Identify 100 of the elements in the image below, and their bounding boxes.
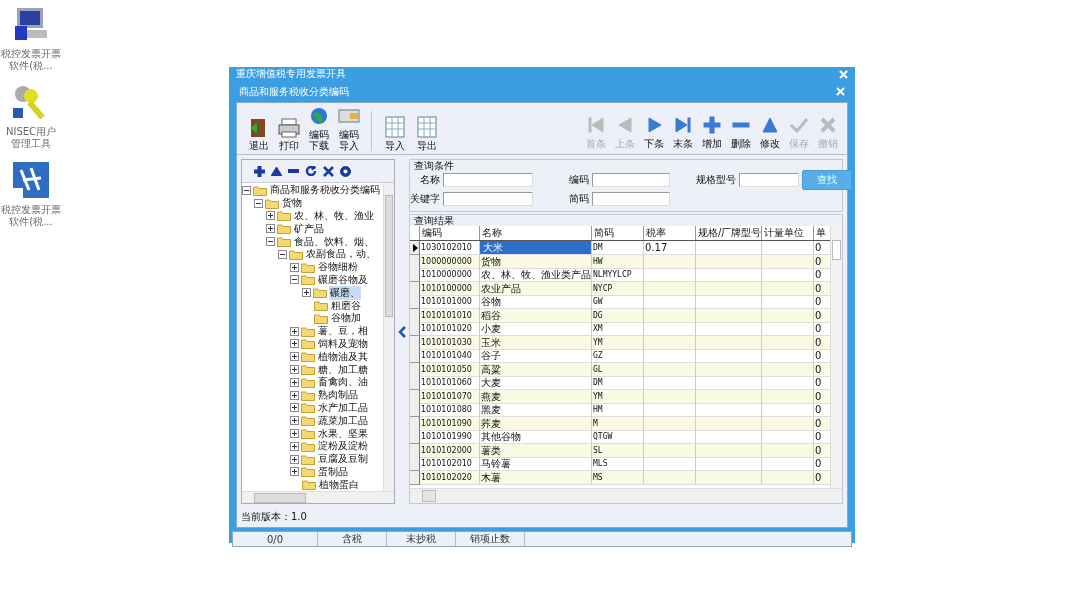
column-header[interactable]: 税率 <box>644 226 696 240</box>
expand-toggle[interactable] <box>290 416 299 426</box>
scrollbar[interactable] <box>830 226 842 489</box>
tree-item[interactable]: 薯、豆，相 <box>317 324 369 339</box>
expand-toggle[interactable] <box>266 237 275 247</box>
table-cell: SL <box>592 443 644 458</box>
expand-toggle[interactable] <box>266 224 275 234</box>
expand-toggle[interactable] <box>290 441 299 451</box>
table-cell: 1010102000 <box>420 443 480 458</box>
scrollbar[interactable] <box>383 183 394 492</box>
column-header[interactable]: 名称 <box>480 226 592 240</box>
tree-item[interactable]: 碾磨、 <box>329 285 361 300</box>
table-cell: 货物 <box>480 254 592 269</box>
folder-icon <box>277 236 291 248</box>
expand-toggle[interactable] <box>290 390 299 400</box>
add-icon[interactable] <box>254 165 265 177</box>
triangle-up-icon[interactable] <box>271 166 282 176</box>
tree-item[interactable]: 货物 <box>281 196 303 211</box>
desktop-icon-label[interactable]: 税控发票开票软件(税... <box>1 48 61 72</box>
tree-item[interactable]: 粗磨谷 <box>330 298 362 313</box>
table-cell: 薯类 <box>480 443 592 458</box>
tree-item[interactable]: 蛋制品 <box>317 464 349 479</box>
input-field[interactable] <box>443 192 533 206</box>
expand-toggle[interactable] <box>290 339 299 349</box>
expand-toggle[interactable] <box>290 365 299 375</box>
tree-item[interactable]: 农、林、牧、渔业 <box>293 209 375 223</box>
table-cell: M <box>592 416 644 431</box>
refresh-icon[interactable] <box>305 166 317 176</box>
close-icon[interactable] <box>839 69 848 79</box>
tree-item[interactable]: 水产加工品 <box>317 400 369 415</box>
expand-toggle[interactable] <box>266 211 275 221</box>
column-header[interactable]: 计量单位 <box>762 226 814 240</box>
expand-toggle[interactable] <box>290 377 299 387</box>
toolbar-button[interactable]: 编码导入 <box>335 106 363 151</box>
group-title: 查询结果 <box>413 215 455 226</box>
scrollbar[interactable] <box>410 488 842 504</box>
tree-item[interactable]: 谷物细粉 <box>317 260 359 275</box>
toolbar-button[interactable]: 末条 <box>669 115 696 151</box>
folder-icon <box>253 184 267 196</box>
tree-item[interactable]: 蔬菜加工品 <box>317 413 369 428</box>
desktop-icon-label[interactable]: NISEC用户管理工具 <box>1 126 61 150</box>
tree-item[interactable]: 商品和服务税收分类编码 <box>269 183 381 198</box>
folder-icon <box>301 274 315 286</box>
field-label: 关键字 <box>410 192 440 206</box>
input-field[interactable] <box>739 173 799 187</box>
grid-icon <box>383 115 407 139</box>
tree-item[interactable]: 淀粉及淀粉 <box>317 439 369 454</box>
toolbar-button[interactable]: 编码下载 <box>305 106 333 151</box>
toolbar-button[interactable]: 打印 <box>275 117 303 151</box>
expand-toggle[interactable] <box>290 467 299 477</box>
tree-item[interactable]: 食品、饮料、烟、 <box>293 234 375 249</box>
tree-item[interactable]: 谷物加 <box>330 311 362 326</box>
tree-item[interactable]: 植物油及其 <box>317 349 369 364</box>
expand-toggle[interactable] <box>254 198 263 208</box>
expand-toggle[interactable] <box>278 249 287 259</box>
tree-item[interactable]: 水果、坚果 <box>317 426 369 441</box>
tree-item[interactable]: 植物蛋白 <box>318 477 360 492</box>
tree-item[interactable]: 豆腐及豆制 <box>317 452 369 467</box>
close-icon[interactable] <box>836 87 845 96</box>
toolbar-button[interactable]: 退出 <box>245 117 273 151</box>
expand-toggle[interactable] <box>242 185 251 195</box>
tree-item[interactable]: 碾磨谷物及 <box>317 273 369 287</box>
table-cell: 1010101070 <box>420 389 480 404</box>
table-cell: MS <box>592 470 644 485</box>
expand-icon[interactable] <box>323 165 334 177</box>
window-title: 重庆增值税专用发票开具 <box>236 67 346 81</box>
expand-toggle[interactable] <box>290 275 299 285</box>
scrollbar[interactable] <box>242 491 394 504</box>
expand-toggle[interactable] <box>290 454 299 464</box>
column-header[interactable]: 编码 <box>420 226 480 240</box>
tree-item[interactable]: 糖、加工糖 <box>317 362 369 377</box>
expand-toggle[interactable] <box>290 429 299 439</box>
desktop-icon-label[interactable]: 税控发票开票软件(税... <box>1 204 61 228</box>
tree-item[interactable]: 饲料及宠物 <box>317 336 369 351</box>
tree-item[interactable]: 熟肉制品 <box>317 388 359 403</box>
tree-item[interactable]: 畜禽肉、油 <box>317 375 369 390</box>
toolbar-button[interactable]: 增加 <box>698 115 725 151</box>
expand-toggle[interactable] <box>290 403 299 413</box>
expand-toggle[interactable] <box>290 262 299 272</box>
toolbar-button[interactable]: 删除 <box>727 115 754 151</box>
row-header[interactable] <box>410 241 420 255</box>
column-header[interactable]: 规格/厂牌型号 <box>696 226 762 240</box>
input-field[interactable] <box>443 173 533 187</box>
tree-item[interactable]: 农副食品，动、 <box>305 247 377 262</box>
circle-icon[interactable] <box>340 165 351 177</box>
toolbar-button[interactable]: 下条 <box>640 115 667 151</box>
toolbar-button[interactable]: 导出 <box>412 115 442 151</box>
toolbar-button[interactable]: 导入 <box>380 115 410 151</box>
status-item: 未抄税 <box>387 532 456 547</box>
tree-item[interactable]: 矿产品 <box>293 221 325 236</box>
expand-toggle[interactable] <box>290 326 299 336</box>
expand-toggle[interactable] <box>290 352 299 362</box>
input-field[interactable] <box>592 192 670 206</box>
toolbar-button[interactable]: 修改 <box>756 115 783 151</box>
expand-toggle[interactable] <box>302 288 311 298</box>
check-icon <box>788 115 809 135</box>
column-header[interactable]: 简码 <box>592 226 644 240</box>
input-field[interactable] <box>592 173 670 187</box>
window-title: 商品和服务税收分类编码 <box>239 84 349 99</box>
first-icon <box>585 115 606 135</box>
